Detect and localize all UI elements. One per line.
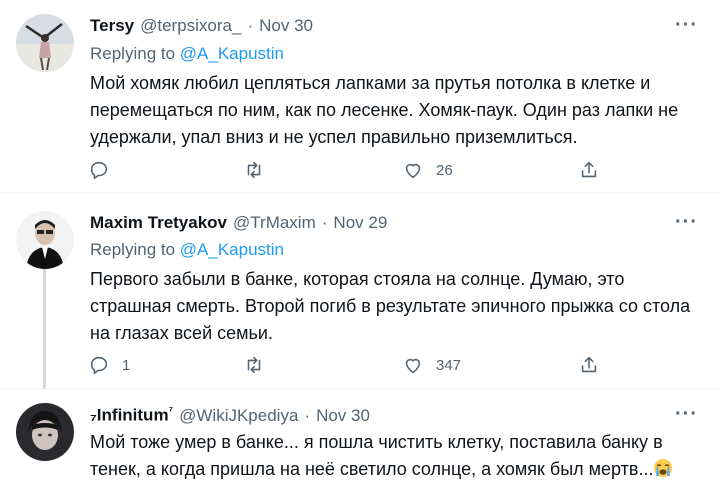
tweet[interactable]: ₇Infinitum⁷ @WikiJKpediya · Nov 30 ··· М… (0, 389, 720, 497)
tweet-header: Tersy @terpsixora_ · Nov 30 (90, 16, 313, 38)
tweet-text: Мой тоже умер в банке... я пошла чистить… (90, 429, 700, 483)
tweet[interactable]: Tersy @terpsixora_ · Nov 30 ··· Replying… (0, 0, 720, 193)
avatar[interactable] (16, 14, 74, 72)
like-icon (405, 358, 421, 374)
more-icon[interactable]: ··· (675, 403, 698, 426)
more-icon[interactable]: ··· (675, 14, 698, 37)
like-button[interactable]: 347 (402, 354, 461, 376)
user-handle[interactable]: @WikiJKpediya (179, 406, 298, 426)
tweet-text: Мой хомяк любил цепляться лапками за пру… (90, 73, 679, 147)
thread-line (43, 269, 46, 389)
user-handle[interactable]: @TrMaxim (233, 213, 316, 233)
avatar[interactable] (16, 403, 74, 461)
reply-icon (90, 356, 108, 375)
replying-prefix: Replying to (90, 240, 176, 259)
display-name-text: ₇Infinitum (90, 405, 169, 425)
tweet-date[interactable]: Nov 30 (259, 16, 313, 36)
tweet-date[interactable]: Nov 30 (316, 406, 370, 426)
replying-to: Replying to @A_Kapustin (90, 240, 284, 260)
reply-button[interactable]: 1 (88, 354, 130, 376)
like-button[interactable]: 26 (402, 159, 453, 181)
display-name-sup: ⁷ (168, 405, 174, 417)
share-icon (581, 161, 597, 178)
like-icon (405, 163, 421, 179)
share-icon (581, 356, 597, 373)
tweet-header: Maxim Tretyakov @TrMaxim · Nov 29 (90, 213, 387, 235)
display-name[interactable]: Maxim Tretyakov (90, 213, 227, 233)
display-name[interactable]: Tersy (90, 16, 134, 36)
share-button[interactable] (578, 354, 600, 376)
separator: · (321, 213, 328, 232)
reply-icon (90, 161, 108, 180)
mention-link[interactable]: @A_Kapustin (180, 44, 284, 63)
like-count: 26 (436, 161, 453, 179)
loudly-crying-face-icon (654, 459, 673, 477)
avatar[interactable] (16, 211, 74, 269)
retweet-button[interactable] (243, 354, 277, 376)
like-count: 347 (436, 356, 462, 374)
reply-count: 1 (122, 356, 131, 374)
tweet-date[interactable]: Nov 29 (333, 213, 387, 233)
retweet-button[interactable] (243, 159, 277, 181)
mention-link[interactable]: @A_Kapustin (180, 240, 284, 259)
display-name[interactable]: ₇Infinitum⁷ (90, 405, 173, 426)
retweet-icon (247, 356, 261, 374)
separator: · (304, 405, 311, 425)
user-handle[interactable]: @terpsixora_ (140, 16, 241, 36)
retweet-icon (247, 161, 261, 179)
tweet-text-content: Мой тоже умер в банке... я пошла чистить… (90, 432, 663, 479)
share-button[interactable] (578, 159, 600, 181)
replying-to: Replying to @A_Kapustin (90, 44, 284, 64)
replying-prefix: Replying to (90, 44, 176, 63)
more-icon[interactable]: ··· (675, 211, 698, 234)
tweet-header: ₇Infinitum⁷ @WikiJKpediya · Nov 30 (90, 405, 370, 427)
tweet[interactable]: Maxim Tretyakov @TrMaxim · Nov 29 ··· Re… (0, 193, 720, 389)
reply-button[interactable] (88, 159, 122, 181)
separator: · (247, 16, 254, 35)
tweet-text: Первого забыли в банке, которая стояла н… (90, 269, 691, 343)
